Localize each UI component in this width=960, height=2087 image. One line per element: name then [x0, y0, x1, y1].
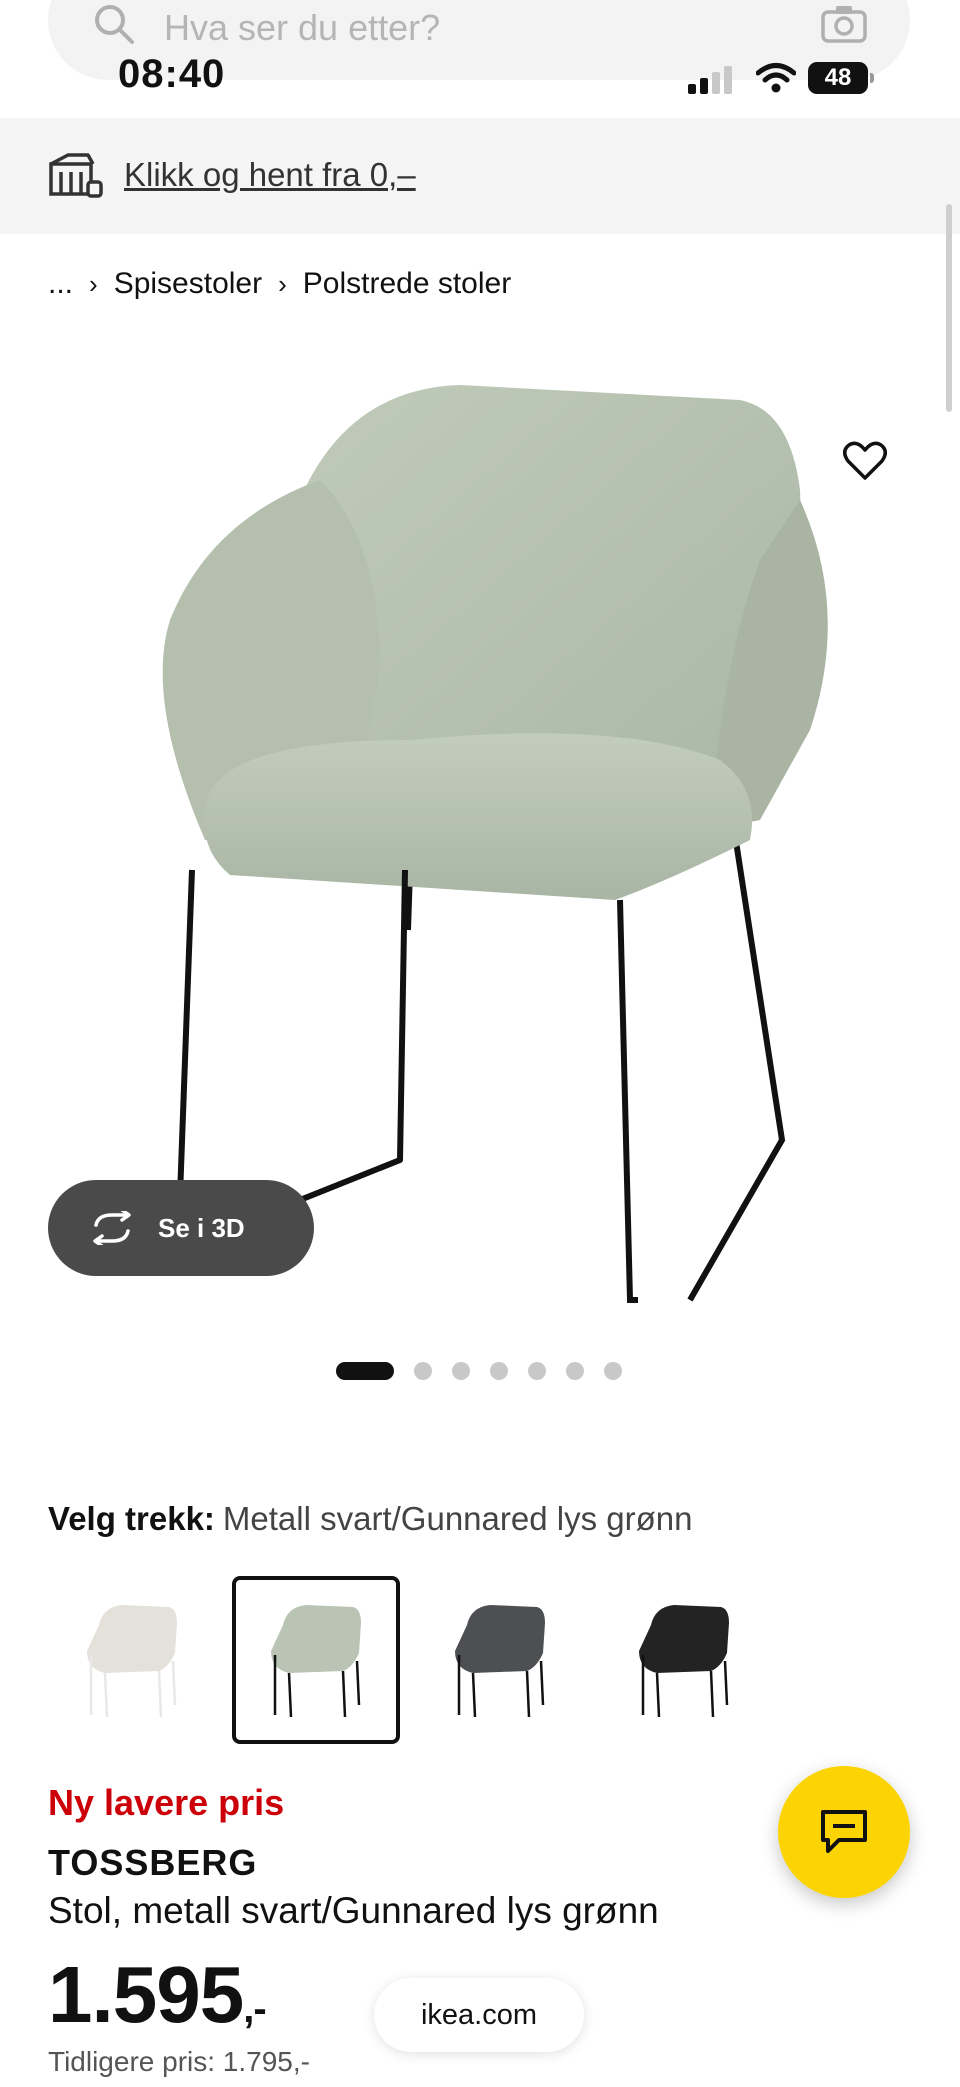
product-image[interactable] [150, 370, 830, 1320]
status-time: 08:40 [118, 52, 226, 96]
variant-options [48, 1576, 784, 1744]
variant-chair-thumb [455, 1605, 545, 1718]
image-carousel-dots[interactable] [336, 1362, 642, 1380]
search-icon [95, 5, 134, 44]
page-scrollbar[interactable] [946, 204, 952, 412]
price-amount: 1.595 [48, 1950, 244, 2039]
chevron-right-icon: › [278, 268, 287, 299]
browser-url-bar[interactable]: ikea.com [374, 1978, 584, 2052]
breadcrumb-item-polstrede-stoler[interactable]: Polstrede stoler [303, 267, 511, 301]
wifi-icon [756, 63, 796, 93]
carousel-dot[interactable] [604, 1362, 622, 1380]
store-pickup-icon [49, 153, 103, 198]
variant-option-black[interactable] [600, 1576, 768, 1744]
carousel-dot[interactable] [452, 1362, 470, 1380]
carousel-dot[interactable] [566, 1362, 584, 1380]
view-3d-label: Se i 3D [158, 1212, 245, 1243]
promo-label: Ny lavere pris [48, 1782, 285, 1823]
carousel-dot[interactable] [490, 1362, 508, 1380]
click-collect-link[interactable]: Klikk og hent fra 0,– [124, 154, 416, 196]
view-3d-button[interactable]: Se i 3D [48, 1180, 314, 1276]
chevron-right-icon: › [89, 268, 98, 299]
url-text: ikea.com [420, 1998, 538, 2031]
search-placeholder[interactable]: Hva ser du etter? [164, 4, 440, 52]
variant-chair-thumb [87, 1605, 177, 1718]
breadcrumb-ellipsis[interactable]: ... [48, 267, 73, 301]
price-suffix: ,- [243, 1987, 266, 2031]
variant-heading: Velg trekk: Metall svart/Gunnared lys grø… [48, 1500, 692, 1538]
chat-button[interactable] [778, 1766, 910, 1898]
camera-icon[interactable] [820, 4, 868, 44]
rotate-3d-icon [93, 1211, 131, 1245]
variant-option-light-green[interactable] [232, 1576, 400, 1744]
product-name: TOSSBERG [48, 1842, 258, 1883]
carousel-dot[interactable] [414, 1362, 432, 1380]
favorite-button[interactable] [824, 420, 906, 502]
variant-option-dark-grey[interactable] [416, 1576, 584, 1744]
breadcrumb-item-spisestoler[interactable]: Spisestoler [114, 267, 262, 301]
previous-price: Tidligere pris: 1.795,- [48, 2046, 310, 2077]
cellular-signal-icon [688, 66, 732, 94]
variant-value: Metall svart/Gunnared lys grønn [222, 1500, 693, 1537]
variant-label: Velg trekk: [48, 1500, 215, 1537]
carousel-dot[interactable] [528, 1362, 546, 1380]
battery-indicator: 48 [808, 62, 876, 94]
variant-chair-thumb [271, 1605, 361, 1718]
breadcrumb: ... › Spisestoler › Polstrede stoler [48, 264, 511, 304]
product-price: 1.595,- [48, 1950, 267, 2054]
battery-level: 48 [824, 64, 852, 91]
heart-icon [843, 441, 887, 480]
product-description: Stol, metall svart/Gunnared lys grønn [48, 1890, 659, 1931]
variant-option-beige[interactable] [48, 1576, 216, 1744]
variant-chair-thumb [639, 1605, 729, 1718]
chat-icon [821, 1810, 867, 1853]
carousel-dot-active[interactable] [336, 1362, 394, 1380]
